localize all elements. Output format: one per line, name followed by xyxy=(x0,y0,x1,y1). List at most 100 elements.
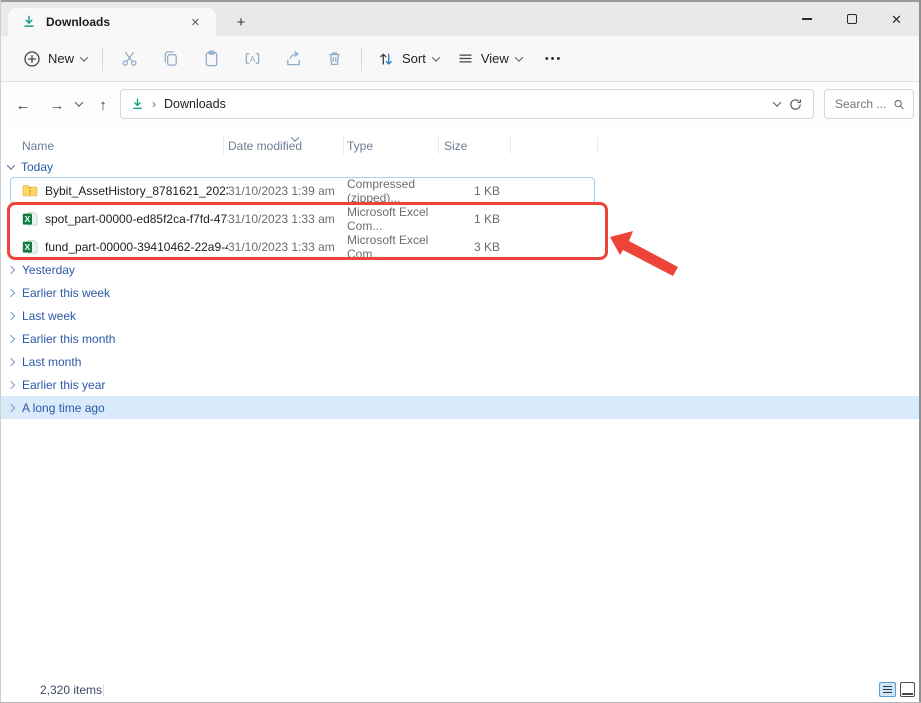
column-header-name[interactable]: Name xyxy=(22,139,228,153)
details-view-toggle[interactable] xyxy=(879,682,896,697)
column-divider xyxy=(438,137,439,154)
trash-icon xyxy=(325,49,344,68)
file-type: Compressed (zipped)... xyxy=(347,177,444,205)
chevron-down-icon xyxy=(7,161,15,169)
download-icon xyxy=(22,15,36,29)
window-top-border xyxy=(0,0,921,2)
file-date: 31/10/2023 1:33 am xyxy=(228,240,347,254)
search-box[interactable] xyxy=(824,89,914,119)
more-options-button[interactable]: ••• xyxy=(545,53,563,65)
navigation-bar: ← → ↑ › Downloads xyxy=(0,82,919,126)
group-header-yesterday[interactable]: Yesterday xyxy=(0,258,919,281)
collapsed-groups: Yesterday Earlier this week Last week Ea… xyxy=(0,258,919,419)
column-divider xyxy=(223,137,224,154)
file-row-zip[interactable]: Bybit_AssetHistory_8781621_2023-01-01_20… xyxy=(0,177,919,205)
up-button[interactable]: ↑ xyxy=(90,92,116,118)
toolbar-divider xyxy=(102,47,103,71)
group-header-last-week[interactable]: Last week xyxy=(0,304,919,327)
column-header-date-modified[interactable]: Date modified xyxy=(228,139,347,153)
chevron-right-icon xyxy=(7,380,15,388)
file-name-cell: X spot_part-00000-ed85f2ca-f7fd-4781-a3e… xyxy=(22,211,228,227)
group-header-last-month[interactable]: Last month xyxy=(0,350,919,373)
file-size: 1 KB xyxy=(444,212,506,226)
chevron-right-icon xyxy=(7,311,15,319)
file-type: Microsoft Excel Com... xyxy=(347,205,444,233)
details-view-icon xyxy=(883,686,892,687)
file-name: spot_part-00000-ed85f2ca-f7fd-4781-a3e6-… xyxy=(45,212,228,226)
search-icon xyxy=(893,98,905,111)
search-input[interactable] xyxy=(833,96,889,112)
refresh-icon[interactable] xyxy=(788,97,803,112)
breadcrumb-downloads[interactable]: Downloads xyxy=(164,97,226,111)
new-button-label: New xyxy=(48,51,74,66)
group-label: Earlier this year xyxy=(22,378,105,392)
share-button[interactable] xyxy=(273,43,314,74)
close-icon: ✕ xyxy=(891,13,902,26)
chevron-down-icon xyxy=(80,53,88,61)
file-name: Bybit_AssetHistory_8781621_2023-01-01_20… xyxy=(45,184,228,198)
toolbar-divider xyxy=(361,47,362,71)
view-button[interactable]: View xyxy=(448,44,531,73)
minimize-button[interactable] xyxy=(784,2,829,36)
file-name-cell: Bybit_AssetHistory_8781621_2023-01-01_20… xyxy=(22,183,228,199)
group-label: A long time ago xyxy=(22,401,105,415)
back-button[interactable]: ← xyxy=(10,92,36,118)
sort-icon xyxy=(377,50,395,68)
sort-direction-chevron xyxy=(292,131,298,145)
scissors-icon xyxy=(120,49,139,68)
zip-folder-icon xyxy=(22,183,38,199)
chevron-down-icon xyxy=(432,53,440,61)
svg-text:X: X xyxy=(25,214,31,224)
share-icon xyxy=(284,49,303,68)
column-header-type[interactable]: Type xyxy=(347,139,444,153)
cut-button[interactable] xyxy=(109,43,150,74)
tab-downloads[interactable]: Downloads ✕ xyxy=(8,8,216,36)
address-bar[interactable]: › Downloads xyxy=(120,89,814,119)
excel-file-icon: X xyxy=(22,239,38,255)
paste-button[interactable] xyxy=(191,43,232,74)
close-button[interactable]: ✕ xyxy=(874,2,919,36)
group-header-today[interactable]: Today xyxy=(0,157,919,177)
copy-button[interactable] xyxy=(150,43,191,74)
chevron-down-icon xyxy=(515,53,523,61)
tab-close-icon[interactable]: ✕ xyxy=(187,14,204,31)
file-row-spot[interactable]: X spot_part-00000-ed85f2ca-f7fd-4781-a3e… xyxy=(0,205,919,233)
file-row-fund[interactable]: X fund_part-00000-39410462-22a9-4b75-afb… xyxy=(0,233,919,261)
chevron-right-icon xyxy=(7,357,15,365)
thumbnail-view-icon xyxy=(902,693,913,696)
large-thumbnails-toggle[interactable] xyxy=(900,682,915,697)
delete-button[interactable] xyxy=(314,43,355,74)
group-header-earlier-this-week[interactable]: Earlier this week xyxy=(0,281,919,304)
chevron-right-icon xyxy=(7,265,15,273)
rename-button[interactable]: A xyxy=(232,43,273,74)
file-name-cell: X fund_part-00000-39410462-22a9-4b75-afb… xyxy=(22,239,228,255)
address-dropdown-chevron[interactable] xyxy=(773,98,781,106)
group-header-earlier-this-month[interactable]: Earlier this month xyxy=(0,327,919,350)
new-tab-button[interactable]: + xyxy=(228,10,254,34)
file-size: 1 KB xyxy=(444,184,506,198)
chevron-right-icon xyxy=(7,334,15,342)
column-header-size[interactable]: Size xyxy=(444,139,506,153)
download-icon xyxy=(131,98,144,111)
rename-icon: A xyxy=(243,49,262,68)
chevron-right-icon xyxy=(7,403,15,411)
forward-button[interactable]: → xyxy=(44,92,70,118)
window-left-border xyxy=(0,0,1,703)
breadcrumb-separator: › xyxy=(152,97,156,111)
tab-label: Downloads xyxy=(46,15,187,29)
group-header-earlier-this-year[interactable]: Earlier this year xyxy=(0,373,919,396)
recent-locations-chevron[interactable] xyxy=(75,98,83,106)
view-list-icon xyxy=(457,50,474,67)
group-label: Today xyxy=(21,160,53,174)
sort-button[interactable]: Sort xyxy=(368,44,448,74)
status-divider xyxy=(103,684,104,696)
maximize-icon xyxy=(847,14,857,24)
group-label: Last month xyxy=(22,355,81,369)
maximize-button[interactable] xyxy=(829,2,874,36)
group-header-a-long-time-ago[interactable]: A long time ago xyxy=(0,396,919,419)
excel-file-icon: X xyxy=(22,211,38,227)
file-name: fund_part-00000-39410462-22a9-4b75-afb1-… xyxy=(45,240,228,254)
new-button[interactable]: New xyxy=(14,44,96,74)
view-button-label: View xyxy=(481,51,509,66)
file-size: 3 KB xyxy=(444,240,506,254)
